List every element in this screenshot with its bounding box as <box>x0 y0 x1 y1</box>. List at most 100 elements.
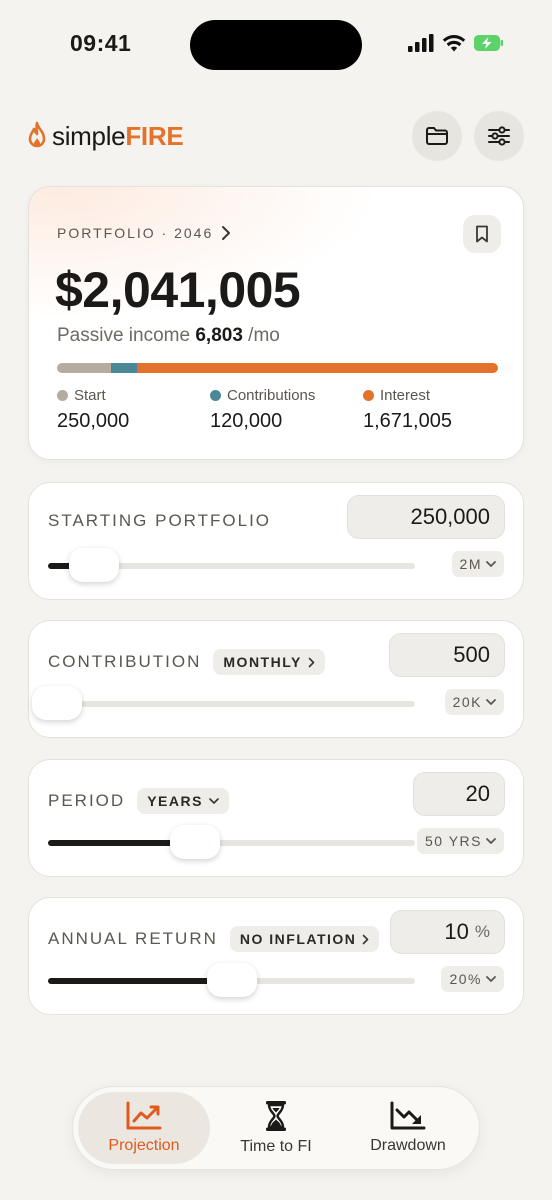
flame-icon <box>28 121 46 148</box>
max-select-value: 20% <box>449 971 482 987</box>
slider-thumb[interactable] <box>169 825 220 859</box>
period-card: PERIOD YEARS 20 50 YRS <box>28 759 524 877</box>
legend-start: Start 250,000 <box>57 387 129 433</box>
contribution-slider[interactable] <box>32 686 415 720</box>
battery-charging-icon <box>474 35 503 51</box>
slider-thumb[interactable] <box>32 686 83 720</box>
chip-label: MONTHLY <box>223 654 302 670</box>
annual-return-card: ANNUAL RETURN NO INFLATION 10 % 20% <box>28 897 524 1015</box>
max-select-value: 50 YRS <box>425 833 482 849</box>
app-header: simpleFIRE <box>26 110 524 162</box>
max-select-value: 20K <box>452 694 482 710</box>
passive-income-label: Passive income <box>57 325 191 346</box>
status-bar: 09:41 <box>0 0 552 92</box>
annual-return-input[interactable]: 10 % <box>390 910 505 954</box>
bar-segment-start <box>57 363 112 373</box>
starting-portfolio-input[interactable]: 250,000 <box>347 495 505 539</box>
annual-return-field: ANNUAL RETURN NO INFLATION <box>48 926 380 952</box>
chevron-right-icon <box>222 226 231 240</box>
legend-value-interest: 1,671,005 <box>363 410 452 432</box>
tab-label: Time to FI <box>240 1138 312 1155</box>
period-field: PERIOD YEARS <box>48 788 229 814</box>
tab-time-to-fi[interactable]: Time to FI <box>210 1092 342 1164</box>
passive-income: Passive income 6,803 /mo <box>57 325 280 347</box>
wifi-icon <box>442 35 466 52</box>
chip-label: YEARS <box>147 793 203 809</box>
period-value: 20 <box>465 781 490 806</box>
chevron-right-icon <box>363 934 369 944</box>
period-max-select[interactable]: 50 YRS <box>417 828 504 854</box>
portfolio-value: $2,041,005 <box>55 262 301 318</box>
legend-dot-contributions <box>210 390 221 401</box>
app-name-suffix: FIRE <box>125 120 184 151</box>
contribution-value: 500 <box>453 642 490 667</box>
period-slider[interactable] <box>48 825 415 859</box>
chart-line-icon <box>126 1101 162 1130</box>
legend-dot-interest <box>363 390 374 401</box>
dynamic-island <box>190 20 362 70</box>
tab-drawdown[interactable]: Drawdown <box>342 1092 474 1164</box>
annual-return-value: 10 <box>444 919 469 944</box>
legend-value-contributions: 120,000 <box>210 410 283 432</box>
chevron-down-icon <box>486 975 496 982</box>
passive-income-unit: /mo <box>248 325 280 346</box>
tab-label: Drawdown <box>370 1137 446 1154</box>
app-logo: simpleFIRE <box>26 120 184 152</box>
legend-dot-start <box>57 390 68 401</box>
sliders-icon <box>488 126 510 146</box>
annual-return-label: ANNUAL RETURN <box>48 929 218 948</box>
tab-bar: Projection Time to FI Drawdown <box>72 1086 480 1170</box>
inflation-chip[interactable]: NO INFLATION <box>229 926 380 952</box>
slider-fill <box>48 978 232 984</box>
period-unit-chip[interactable]: YEARS <box>137 788 229 814</box>
bar-segment-contributions <box>111 363 137 373</box>
portfolio-card: PORTFOLIO · 2046 $2,041,005 Passive inco… <box>28 186 524 460</box>
passive-income-value: 6,803 <box>195 325 243 346</box>
contribution-input[interactable]: 500 <box>389 633 505 677</box>
starting-portfolio-label: STARTING PORTFOLIO <box>48 511 272 530</box>
chevron-right-icon <box>308 657 315 667</box>
folder-icon <box>426 127 448 145</box>
status-icons <box>408 34 504 52</box>
slider-thumb[interactable] <box>68 548 119 582</box>
legend-contributions: Contributions 120,000 <box>210 387 315 433</box>
chevron-down-icon <box>486 837 496 844</box>
portfolio-label: PORTFOLIO · 2046 <box>57 225 214 241</box>
max-select-value: 2M <box>459 556 482 572</box>
portfolio-year-link[interactable]: PORTFOLIO · 2046 <box>57 225 231 241</box>
portfolio-breakdown-bar <box>57 363 498 373</box>
starting-portfolio-card: STARTING PORTFOLIO 250,000 2M <box>28 482 524 600</box>
bookmark-icon <box>476 225 488 243</box>
chart-down-icon <box>390 1101 426 1130</box>
signal-icon <box>408 34 434 52</box>
tab-label: Projection <box>108 1137 180 1154</box>
settings-button[interactable] <box>474 111 524 161</box>
legend-label-contributions: Contributions <box>227 387 316 404</box>
tab-projection[interactable]: Projection <box>78 1092 210 1164</box>
contribution-frequency-chip[interactable]: MONTHLY <box>213 649 325 675</box>
starting-portfolio-value: 250,000 <box>410 504 490 529</box>
starting-portfolio-slider[interactable] <box>48 548 415 582</box>
starting-portfolio-max-select[interactable]: 2M <box>451 551 504 577</box>
chevron-down-icon <box>486 698 496 705</box>
legend-label-start: Start <box>74 387 106 404</box>
app-name: simpleFIRE <box>52 120 184 152</box>
header-actions <box>412 111 524 161</box>
legend-label-interest: Interest <box>380 387 431 404</box>
contribution-card: CONTRIBUTION MONTHLY 500 20K <box>28 620 524 738</box>
status-time: 09:41 <box>70 30 132 56</box>
legend-interest: Interest 1,671,005 <box>363 387 452 433</box>
contribution-field: CONTRIBUTION MONTHLY <box>48 649 325 675</box>
annual-return-unit: % <box>474 922 490 941</box>
annual-return-slider[interactable] <box>48 963 415 997</box>
annual-return-max-select[interactable]: 20% <box>441 966 504 992</box>
legend-value-start: 250,000 <box>57 410 130 432</box>
bar-segment-interest <box>136 363 498 373</box>
contribution-max-select[interactable]: 20K <box>444 689 504 715</box>
open-folder-button[interactable] <box>412 111 462 161</box>
app-name-prefix: simple <box>52 120 126 151</box>
hourglass-icon <box>266 1101 286 1131</box>
bookmark-button[interactable] <box>463 215 501 253</box>
slider-thumb[interactable] <box>206 963 257 997</box>
period-input[interactable]: 20 <box>413 772 505 816</box>
